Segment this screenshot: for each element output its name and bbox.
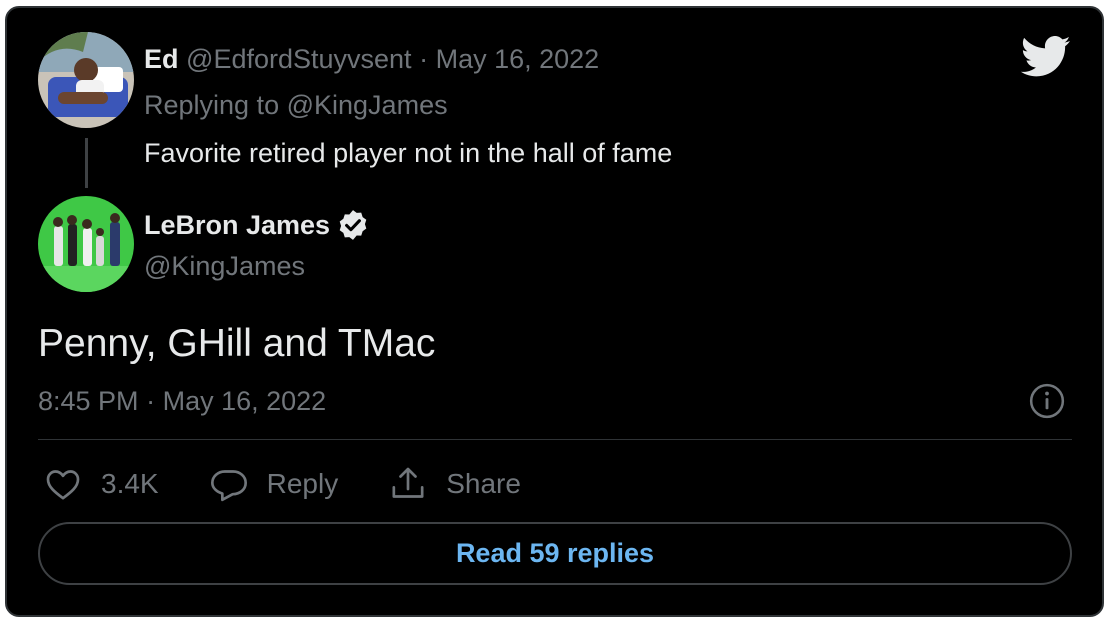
reply-text: Favorite retired player not in the hall … — [144, 138, 673, 168]
share-button[interactable]: Share — [388, 464, 521, 504]
tweet-time: 8:45 PM — [38, 386, 139, 416]
tweet-author-name-row: LeBron James — [144, 208, 370, 242]
tweet-author-handle[interactable]: @KingJames — [144, 249, 305, 283]
reply-date[interactable]: May 16, 2022 — [436, 44, 600, 74]
like-count: 3.4K — [101, 468, 159, 499]
reply-author-name[interactable]: Ed — [144, 44, 179, 74]
tweet-embed-card: Ed @EdfordStuyvsent · May 16, 2022 Reply… — [5, 6, 1104, 617]
reply-author-handle[interactable]: @EdfordStuyvsent — [186, 44, 412, 74]
action-bar: 3.4K Reply Share — [43, 462, 571, 506]
thread-connector-line — [85, 138, 88, 188]
reply-header: Ed @EdfordStuyvsent · May 16, 2022 — [144, 42, 599, 76]
twitter-bird-icon[interactable] — [1020, 36, 1072, 78]
tweet-author-name[interactable]: LeBron James — [144, 208, 330, 242]
read-replies-button[interactable]: Read 59 replies — [38, 522, 1072, 585]
replying-to-handle[interactable]: @KingJames — [287, 90, 448, 120]
reply-button[interactable]: Reply — [209, 464, 339, 504]
replying-to-line: Replying to @KingJames — [144, 88, 448, 122]
tweet-text: Penny, GHill and TMac — [38, 322, 436, 365]
verified-badge-icon — [339, 210, 367, 240]
replying-to-prefix: Replying to — [144, 90, 280, 120]
tweet-author-avatar[interactable] — [38, 196, 134, 292]
like-button[interactable]: 3.4K — [43, 464, 159, 504]
info-icon[interactable] — [1028, 382, 1066, 420]
share-upload-icon — [392, 467, 424, 498]
reply-label: Reply — [266, 468, 339, 499]
share-label: Share — [446, 468, 521, 499]
heart-icon — [46, 470, 80, 500]
header-separator: · — [419, 44, 429, 74]
timestamp-separator: · — [146, 386, 156, 416]
speech-bubble-icon — [210, 470, 247, 502]
tweet-date: May 16, 2022 — [162, 386, 327, 416]
divider — [38, 439, 1072, 440]
reply-author-avatar[interactable] — [38, 32, 134, 128]
tweet-timestamp[interactable]: 8:45 PM · May 16, 2022 — [38, 384, 326, 418]
